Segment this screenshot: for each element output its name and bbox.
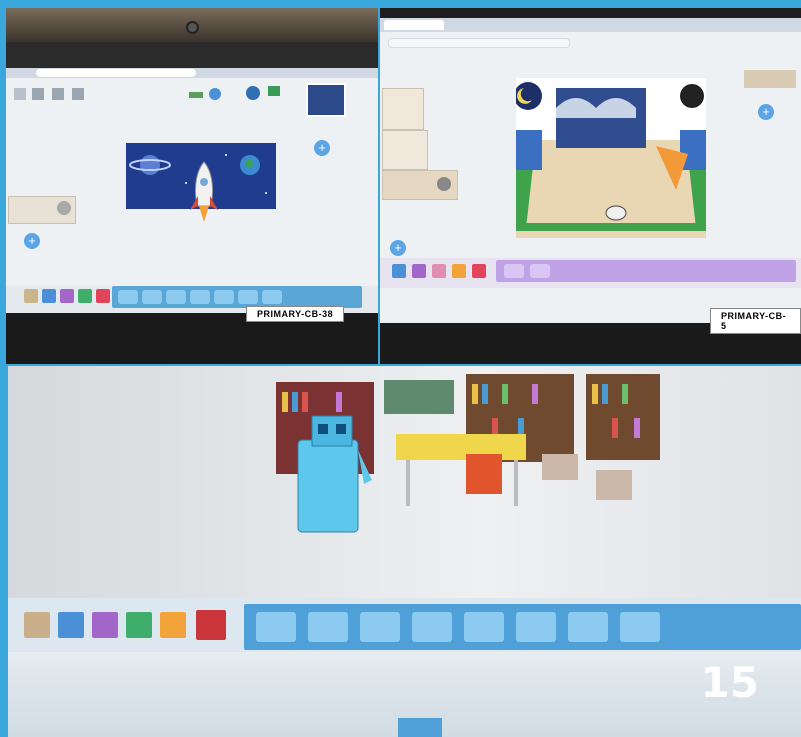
browser-bar [380,18,801,32]
category-control[interactable] [452,264,466,278]
laptop-screen: + + [6,68,378,313]
category-motion[interactable] [392,264,406,278]
category-sound[interactable] [126,612,152,638]
tool-icon[interactable] [32,88,44,100]
add-page-icon[interactable]: + [758,104,774,120]
category-triggers[interactable] [24,289,38,303]
browser-bar [6,68,378,78]
code-block[interactable] [360,612,400,642]
category-looks[interactable] [92,612,118,638]
character-panel[interactable] [8,196,76,224]
photo-gym-scene-laptop: + + PRIMARY-CB-5 [380,8,801,364]
code-block[interactable] [256,612,296,642]
character-panel[interactable] [382,170,458,200]
code-block[interactable] [620,612,660,642]
category-end[interactable] [196,610,226,640]
tool-icon[interactable] [52,88,64,100]
code-block[interactable] [398,718,442,737]
add-character-icon[interactable]: + [24,233,40,249]
code-block[interactable] [308,612,348,642]
green-flag-icon[interactable] [189,92,203,98]
block-bar [244,604,801,650]
laptop-bezel [6,8,378,42]
category-triggers[interactable] [24,612,50,638]
category-motion[interactable] [42,289,56,303]
add-character-icon[interactable]: + [390,240,406,256]
collage-frame: + + PRIMARY-CB-38 + + PRIMARY-CB-5 15 [0,0,801,737]
soccer-ball-icon [605,205,627,221]
code-block[interactable] [516,612,556,642]
code-block[interactable] [504,264,524,278]
category-end[interactable] [472,264,486,278]
thumbnail-space[interactable] [306,83,346,117]
info-icon[interactable] [209,88,221,100]
code-block[interactable] [190,290,210,304]
rocket-icon[interactable] [186,160,222,226]
avatar-icon [437,177,451,191]
stage-gym [514,78,706,238]
thumbnail-panel[interactable] [744,70,796,88]
webcam-icon [186,21,199,34]
planet-icon [140,155,160,175]
settings-icon[interactable] [246,86,260,100]
category-sound[interactable] [78,289,92,303]
code-block[interactable] [238,290,258,304]
url-bar [36,69,196,77]
stage-library [256,374,660,544]
code-block[interactable] [214,290,234,304]
category-sound[interactable] [432,264,446,278]
category-motion[interactable] [58,612,84,638]
tool-icon[interactable] [72,88,84,100]
page-thumb[interactable] [382,130,428,170]
gym-scene-svg [514,82,706,238]
add-page-icon[interactable]: + [314,140,330,156]
tool-icon[interactable] [14,88,26,100]
laptop-asset-label: PRIMARY-CB-5 [710,308,801,334]
laptop-asset-label: PRIMARY-CB-38 [246,306,345,322]
code-block[interactable] [142,290,162,304]
photo-library-scene-screen [8,366,801,737]
url-bar[interactable] [388,38,570,48]
code-block[interactable] [530,264,550,278]
block-bar [496,260,796,282]
stool-icon [542,454,578,480]
robot-icon[interactable] [292,410,376,540]
stool-icon [596,470,632,500]
category-control[interactable] [160,612,186,638]
browser-tab[interactable] [384,20,444,30]
chair-icon [466,454,502,494]
code-block[interactable] [412,612,452,642]
code-block[interactable] [568,612,608,642]
category-end[interactable] [96,289,110,303]
code-block[interactable] [464,612,504,642]
code-block[interactable] [118,290,138,304]
laptop-screen: + + [380,18,801,323]
category-looks[interactable] [412,264,426,278]
block-bar [112,286,362,308]
photo-space-scene-laptop: + + PRIMARY-CB-38 [6,8,378,364]
code-block[interactable] [166,290,186,304]
table-icon [396,434,526,460]
code-block[interactable] [262,290,282,304]
page-thumb[interactable] [382,88,424,130]
category-looks[interactable] [60,289,74,303]
avatar-icon [57,201,71,215]
page-number: 15 [700,658,759,707]
flag-icon[interactable] [268,86,280,96]
